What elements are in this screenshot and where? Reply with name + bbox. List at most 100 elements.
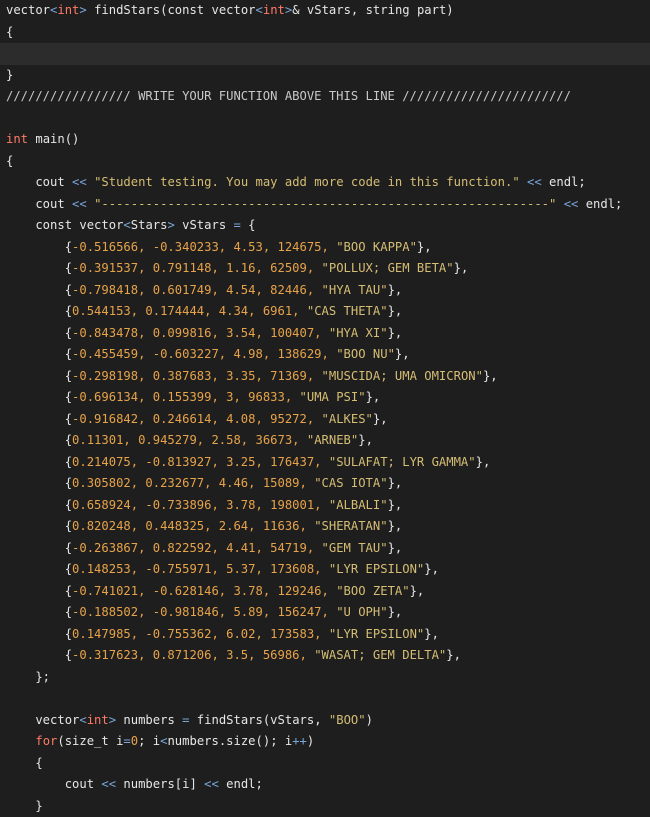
code-token: },: [388, 519, 403, 533]
code-line[interactable]: {: [0, 753, 650, 775]
code-token: findStars(: [87, 3, 168, 17]
code-line[interactable]: {0.11301, 0.945279, 2.58, 36673, "ARNEB"…: [0, 430, 650, 452]
code-token: ; i: [138, 734, 160, 748]
code-token: "ALBALI": [329, 498, 388, 512]
code-token: },: [388, 326, 403, 340]
code-line[interactable]: {-0.843478, 0.099816, 3.54, 100407, "HYA…: [0, 323, 650, 345]
code-line[interactable]: {-0.916842, 0.246614, 4.08, 95272, "ALKE…: [0, 409, 650, 431]
code-token: "Student testing. You may add more code …: [94, 175, 520, 189]
code-token: }: [6, 68, 13, 82]
code-line[interactable]: {-0.263867, 0.822592, 4.41, 54719, "GEM …: [0, 538, 650, 560]
code-token: {: [6, 369, 72, 383]
code-token: }: [6, 799, 43, 813]
code-line[interactable]: {0.214075, -0.813927, 3.25, 176437, "SUL…: [0, 452, 650, 474]
code-token: [87, 197, 94, 211]
code-token: int: [57, 3, 79, 17]
code-token: {: [6, 261, 72, 275]
code-line[interactable]: {-0.188502, -0.981846, 5.89, 156247, "U …: [0, 602, 650, 624]
code-line[interactable]: int main(): [0, 129, 650, 151]
code-token: "U OPH": [336, 605, 387, 619]
code-token: =: [234, 218, 241, 232]
code-token: findStars(vStars,: [189, 713, 328, 727]
code-token: {: [6, 154, 13, 168]
code-token: ++: [292, 734, 307, 748]
code-token: cout: [6, 777, 101, 791]
code-token: <<: [101, 777, 116, 791]
code-line[interactable]: cout << "Student testing. You may add mo…: [0, 172, 650, 194]
code-token: [520, 175, 527, 189]
code-token: {: [6, 562, 72, 576]
code-line[interactable]: {-0.317623, 0.871206, 3.5, 56986, "WASAT…: [0, 645, 650, 667]
code-line[interactable]: {: [0, 22, 650, 44]
code-token: {: [6, 433, 72, 447]
code-token: {: [6, 627, 72, 641]
code-token: "HYA TAU": [322, 283, 388, 297]
code-token: "POLLUX; GEM BETA": [322, 261, 454, 275]
code-token: <<: [72, 175, 87, 189]
code-token: cout: [6, 175, 72, 189]
code-line[interactable]: }: [0, 796, 650, 817]
code-token: "SULAFAT; LYR GAMMA": [329, 455, 476, 469]
code-line[interactable]: {0.544153, 0.174444, 4.34, 6961, "CAS TH…: [0, 301, 650, 323]
code-token: 0.148253, -0.755971, 5.37, 173608,: [72, 562, 329, 576]
code-token: },: [388, 476, 403, 490]
code-token: "CAS THETA": [307, 304, 388, 318]
code-token: },: [395, 347, 410, 361]
code-token: },: [366, 390, 381, 404]
code-line[interactable]: ///////////////// WRITE YOUR FUNCTION AB…: [0, 86, 650, 108]
code-token: },: [424, 562, 439, 576]
code-token: 0.305802, 0.232677, 4.46, 15089,: [72, 476, 314, 490]
code-line[interactable]: {0.305802, 0.232677, 4.46, 15089, "CAS I…: [0, 473, 650, 495]
code-line[interactable]: {0.148253, -0.755971, 5.37, 173608, "LYR…: [0, 559, 650, 581]
code-editor[interactable]: vector<int> findStars(const vector<int>&…: [0, 0, 650, 621]
code-token: },: [388, 541, 403, 555]
code-token: ///////////////// WRITE YOUR FUNCTION AB…: [6, 89, 571, 103]
code-line[interactable]: {-0.741021, -0.628146, 3.78, 129246, "BO…: [0, 581, 650, 603]
code-token: <<: [204, 777, 219, 791]
code-line[interactable]: {-0.298198, 0.387683, 3.35, 71369, "MUSC…: [0, 366, 650, 388]
code-token: 0.11301, 0.945279, 2.58, 36673,: [72, 433, 307, 447]
code-line[interactable]: {: [0, 151, 650, 173]
code-token: -0.516566, -0.340233, 4.53, 124675,: [72, 240, 336, 254]
code-token: {: [6, 605, 72, 619]
code-line[interactable]: }: [0, 65, 650, 87]
code-line[interactable]: {-0.516566, -0.340233, 4.53, 124675, "BO…: [0, 237, 650, 259]
code-line[interactable]: };: [0, 667, 650, 689]
code-line[interactable]: {0.658924, -0.733896, 3.78, 198001, "ALB…: [0, 495, 650, 517]
code-line[interactable]: const vector<Stars> vStars = {: [0, 215, 650, 237]
code-line[interactable]: vector<int> numbers = findStars(vStars, …: [0, 710, 650, 732]
code-token: -0.391537, 0.791148, 1.16, 62509,: [72, 261, 321, 275]
code-line[interactable]: cout << numbers[i] << endl;: [0, 774, 650, 796]
code-token: vector: [6, 3, 50, 17]
code-token: "ARNEB": [307, 433, 358, 447]
code-token: "BOO KAPPA": [336, 240, 417, 254]
code-token: "BOO": [329, 713, 366, 727]
code-token: =: [182, 713, 189, 727]
code-token: <<: [72, 197, 87, 211]
code-token: vector: [72, 218, 123, 232]
code-line[interactable]: [0, 688, 650, 710]
code-line[interactable]: cout << "-------------------------------…: [0, 194, 650, 216]
code-token: for: [35, 734, 57, 748]
code-token: },: [388, 498, 403, 512]
code-token: },: [410, 584, 425, 598]
code-token: 0.214075, -0.813927, 3.25, 176437,: [72, 455, 329, 469]
code-line-current[interactable]: [0, 43, 650, 65]
code-line[interactable]: {-0.455459, -0.603227, 4.98, 138629, "BO…: [0, 344, 650, 366]
code-line[interactable]: {-0.391537, 0.791148, 1.16, 62509, "POLL…: [0, 258, 650, 280]
code-token: -0.455459, -0.603227, 4.98, 138629,: [72, 347, 336, 361]
code-line[interactable]: {-0.798418, 0.601749, 4.54, 82446, "HYA …: [0, 280, 650, 302]
code-token: (size_t i: [57, 734, 123, 748]
code-line[interactable]: vector<int> findStars(const vector<int>&…: [0, 0, 650, 22]
code-token: >: [109, 713, 116, 727]
code-token: },: [388, 283, 403, 297]
code-token: ): [366, 713, 373, 727]
code-token: {: [6, 240, 72, 254]
code-token: "UMA PSI": [300, 390, 366, 404]
code-line[interactable]: [0, 108, 650, 130]
code-line[interactable]: {0.820248, 0.448325, 2.64, 11636, "SHERA…: [0, 516, 650, 538]
code-token: main(): [28, 132, 79, 146]
code-line[interactable]: {0.147985, -0.755362, 6.02, 173583, "LYR…: [0, 624, 650, 646]
code-line[interactable]: for(size_t i=0; i<numbers.size(); i++): [0, 731, 650, 753]
code-line[interactable]: {-0.696134, 0.155399, 3, 96833, "UMA PSI…: [0, 387, 650, 409]
